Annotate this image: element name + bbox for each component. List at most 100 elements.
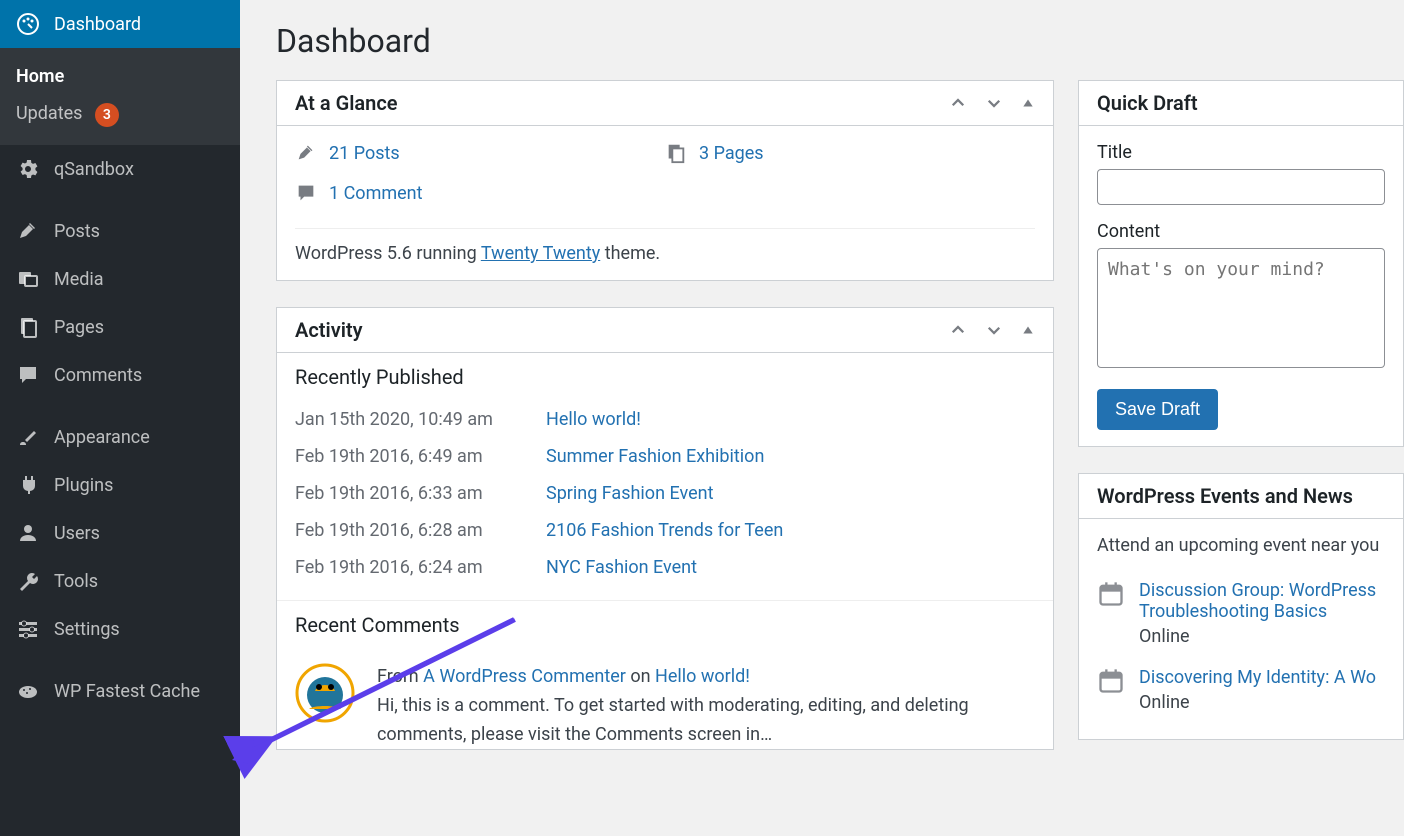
- pages-icon: [665, 142, 687, 164]
- user-icon: [16, 521, 40, 545]
- sidebar-item-appearance[interactable]: Appearance: [0, 413, 240, 461]
- comment-post-link[interactable]: Hello world!: [655, 666, 750, 687]
- comment-text: Hi, this is a comment. To get started wi…: [377, 692, 1035, 750]
- post-date: Jan 15th 2020, 10:49 am: [295, 409, 510, 430]
- caret-up-icon[interactable]: [1021, 96, 1035, 110]
- quick-draft-box: Quick Draft Title Content Save Draft: [1078, 80, 1404, 447]
- plug-icon: [16, 473, 40, 497]
- list-item: Feb 19th 2016, 6:28 am 2106 Fashion Trend…: [295, 512, 1035, 549]
- postbox-title: WordPress Events and News: [1097, 484, 1353, 508]
- comment-icon: [16, 363, 40, 387]
- sidebar-item-plugins[interactable]: Plugins: [0, 461, 240, 509]
- list-item: Discovering My Identity: A Wo Online: [1097, 657, 1385, 723]
- list-item: Feb 19th 2016, 6:49 am Summer Fashion Exh…: [295, 438, 1035, 475]
- calendar-icon: [1097, 667, 1125, 695]
- comment-row: From A WordPress Commenter on Hello worl…: [277, 649, 1053, 749]
- admin-sidebar: Dashboard Home Updates 3 qSandbox Posts …: [0, 0, 240, 836]
- dashboard-icon: [16, 12, 40, 36]
- sidebar-item-label: Pages: [54, 317, 104, 338]
- main-content: Dashboard At a Glance 21 Po: [240, 0, 1404, 836]
- theme-link[interactable]: Twenty Twenty: [481, 243, 600, 264]
- glance-pages[interactable]: 3 Pages: [665, 142, 1035, 164]
- sidebar-item-comments[interactable]: Comments: [0, 351, 240, 399]
- event-location: Online: [1139, 626, 1385, 647]
- save-draft-button[interactable]: Save Draft: [1097, 389, 1218, 430]
- title-input[interactable]: [1097, 169, 1385, 205]
- chevron-down-icon[interactable]: [985, 321, 1003, 339]
- cheetah-icon: [16, 679, 40, 703]
- pin-icon: [295, 142, 317, 164]
- at-a-glance-box: At a Glance 21 Posts: [276, 80, 1054, 281]
- sidebar-item-label: Users: [54, 523, 100, 544]
- sidebar-item-dashboard[interactable]: Dashboard: [0, 0, 240, 48]
- page-title: Dashboard: [276, 22, 1404, 60]
- sidebar-subitem-home[interactable]: Home: [0, 58, 240, 95]
- post-date: Feb 19th 2016, 6:49 am: [295, 446, 510, 467]
- sidebar-item-wpfc[interactable]: WP Fastest Cache: [0, 667, 240, 715]
- glance-link: 21 Posts: [329, 143, 400, 164]
- list-item: Feb 19th 2016, 6:24 am NYC Fashion Event: [295, 549, 1035, 586]
- postbox-title: At a Glance: [295, 91, 398, 115]
- list-item: Jan 15th 2020, 10:49 am Hello world!: [295, 401, 1035, 438]
- glance-comments[interactable]: 1 Comment: [295, 182, 665, 204]
- chevron-down-icon[interactable]: [985, 94, 1003, 112]
- caret-up-icon[interactable]: [1021, 323, 1035, 337]
- sidebar-item-label: Settings: [54, 619, 120, 640]
- postbox-title: Quick Draft: [1097, 91, 1198, 115]
- sidebar-item-qsandbox[interactable]: qSandbox: [0, 145, 240, 193]
- sidebar-item-tools[interactable]: Tools: [0, 557, 240, 605]
- recently-published-heading: Recently Published: [277, 353, 1053, 401]
- sidebar-item-users[interactable]: Users: [0, 509, 240, 557]
- postbox-header: WordPress Events and News: [1079, 474, 1403, 519]
- sidebar-item-label: Updates: [16, 103, 82, 124]
- comment-author-link[interactable]: A WordPress Commenter: [423, 666, 626, 687]
- post-link[interactable]: 2106 Fashion Trends for Teen: [546, 520, 783, 541]
- postbox-header: At a Glance: [277, 81, 1053, 126]
- comment-icon: [295, 182, 317, 204]
- postbox-title: Activity: [295, 318, 363, 342]
- sidebar-item-pages[interactable]: Pages: [0, 303, 240, 351]
- sidebar-item-settings[interactable]: Settings: [0, 605, 240, 653]
- list-item: Discussion Group: WordPress Troubleshoot…: [1097, 570, 1385, 657]
- list-item: Feb 19th 2016, 6:33 am Spring Fashion Eve…: [295, 475, 1035, 512]
- chevron-up-icon[interactable]: [949, 94, 967, 112]
- recent-comments-heading: Recent Comments: [277, 601, 1053, 649]
- chevron-up-icon[interactable]: [949, 321, 967, 339]
- post-link[interactable]: Hello world!: [546, 409, 641, 430]
- pages-icon: [16, 315, 40, 339]
- gear-icon: [16, 157, 40, 181]
- sliders-icon: [16, 617, 40, 641]
- brush-icon: [16, 425, 40, 449]
- post-date: Feb 19th 2016, 6:24 am: [295, 557, 510, 578]
- media-icon: [16, 267, 40, 291]
- wp-version-text: WordPress 5.6 running Twenty Twenty them…: [295, 228, 1035, 264]
- post-link[interactable]: Spring Fashion Event: [546, 483, 713, 504]
- post-link[interactable]: NYC Fashion Event: [546, 557, 697, 578]
- sidebar-item-label: Comments: [54, 365, 142, 386]
- wp-events-box: WordPress Events and News Attend an upco…: [1078, 473, 1404, 740]
- content-textarea[interactable]: [1097, 248, 1385, 368]
- glance-link: 3 Pages: [699, 143, 764, 164]
- sidebar-item-label: WP Fastest Cache: [54, 681, 200, 702]
- avatar: [295, 663, 355, 723]
- sidebar-subitem-updates[interactable]: Updates 3: [0, 95, 240, 135]
- event-link[interactable]: Discovering My Identity: A Wo: [1139, 667, 1376, 688]
- pin-icon: [16, 219, 40, 243]
- activity-box: Activity Recently Published Jan 15th 202…: [276, 307, 1054, 750]
- content-label: Content: [1097, 221, 1385, 242]
- title-label: Title: [1097, 142, 1385, 163]
- postbox-header: Quick Draft: [1079, 81, 1403, 126]
- event-location: Online: [1139, 692, 1376, 713]
- sidebar-item-label: Media: [54, 269, 104, 290]
- event-link[interactable]: Discussion Group: WordPress Troubleshoot…: [1139, 580, 1385, 622]
- glance-posts[interactable]: 21 Posts: [295, 142, 665, 164]
- post-link[interactable]: Summer Fashion Exhibition: [546, 446, 764, 467]
- dashboard-submenu: Home Updates 3: [0, 48, 240, 145]
- sidebar-item-media[interactable]: Media: [0, 255, 240, 303]
- glance-link: 1 Comment: [329, 183, 423, 204]
- post-date: Feb 19th 2016, 6:28 am: [295, 520, 510, 541]
- wpevents-intro: Attend an upcoming event near you: [1097, 535, 1385, 556]
- sidebar-item-posts[interactable]: Posts: [0, 207, 240, 255]
- updates-badge: 3: [95, 103, 119, 127]
- post-date: Feb 19th 2016, 6:33 am: [295, 483, 510, 504]
